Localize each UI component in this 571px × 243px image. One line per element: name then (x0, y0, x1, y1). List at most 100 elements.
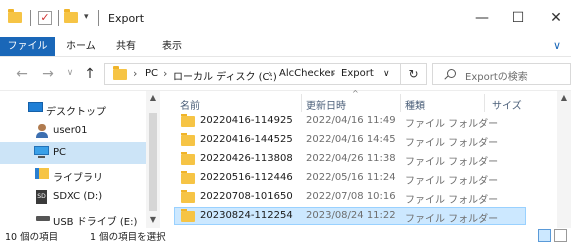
breadcrumb-alcchecker[interactable]: AlcChecker (279, 68, 335, 79)
file-type: ファイル フォルダー (405, 214, 499, 225)
file-name: 20220426-113808 (200, 153, 293, 164)
folder-icon (113, 66, 127, 80)
search-input[interactable]: Exportの検索 (432, 63, 571, 85)
user-icon (36, 124, 51, 138)
file-type: ファイル フォルダー (405, 176, 499, 187)
column-divider[interactable] (484, 94, 485, 112)
scroll-down-icon[interactable]: ▼ (146, 215, 160, 224)
breadcrumb-local-disk[interactable]: ローカル ディスク (C:) (173, 68, 277, 83)
list-item[interactable]: 20220426-113808 2022/04/26 11:38 ファイル フォ… (174, 151, 526, 168)
breadcrumb-separator[interactable]: › (331, 67, 335, 80)
nav-item-pc[interactable]: PC (0, 142, 146, 164)
file-date: 2022/07/08 10:16 (306, 191, 396, 202)
nav-item-usb[interactable]: USB ドライブ (E:) (0, 208, 146, 230)
pc-icon (34, 146, 49, 159)
file-date: 2022/04/26 11:38 (306, 153, 396, 164)
file-date: 2023/08/24 11:22 (306, 210, 396, 221)
search-icon (447, 69, 456, 78)
breadcrumb-separator[interactable]: › (268, 67, 272, 80)
sd-card-icon: SD (36, 190, 51, 204)
breadcrumb-separator[interactable]: › (133, 67, 137, 80)
list-item[interactable]: 20220516-112446 2022/05/16 11:24 ファイル フォ… (174, 170, 526, 187)
nav-scrollbar[interactable]: ▲ ▼ (146, 91, 160, 228)
file-type: ファイル フォルダー (405, 195, 499, 206)
status-bar: 10 個の項目 1 個の項目を選択 (0, 228, 571, 243)
folder-icon (181, 133, 195, 146)
address-dropdown-icon[interactable]: ∨ (383, 69, 390, 79)
column-date[interactable]: 更新日時 (306, 97, 346, 112)
recent-locations-button[interactable]: ∨ (62, 68, 78, 78)
column-divider[interactable] (301, 94, 302, 112)
properties-check-icon[interactable]: ✓ (38, 11, 52, 25)
nav-item-user01[interactable]: user01 (0, 120, 146, 142)
folder-icon (181, 152, 195, 165)
file-type: ファイル フォルダー (405, 157, 499, 168)
column-name[interactable]: 名前 (180, 97, 200, 112)
file-name: 20220416-144525 (200, 134, 293, 145)
address-bar[interactable]: › PC › ローカル ディスク (C:) › AlcChecker › Exp… (104, 63, 401, 85)
list-item[interactable]: 20220416-114925 2022/04/16 11:49 ファイル フォ… (174, 113, 526, 130)
tab-file[interactable]: ファイル (0, 37, 55, 56)
file-type: ファイル フォルダー (405, 119, 499, 130)
file-name: 20220708-101650 (200, 191, 293, 202)
item-count: 10 個の項目 (5, 232, 59, 243)
new-folder-icon[interactable] (64, 9, 78, 23)
tab-view[interactable]: 表示 (162, 37, 182, 56)
details-view-icon[interactable] (538, 229, 551, 242)
file-name: 20220416-114925 (200, 115, 293, 126)
folder-icon (8, 9, 22, 23)
refresh-button[interactable]: ↻ (401, 63, 427, 85)
minimize-button[interactable]: — (462, 6, 502, 30)
nav-item-sdxc[interactable]: SD SDXC (D:) (0, 186, 146, 208)
expand-ribbon-icon[interactable]: ∨ (549, 38, 565, 54)
nav-item-label: SDXC (D:) (53, 191, 103, 202)
file-name: 20230824-112254 (200, 210, 293, 221)
close-button[interactable]: ✕ (536, 6, 571, 30)
nav-scroll-thumb[interactable] (149, 113, 157, 211)
title-bar: ✓ ▾ Export — ☐ ✕ (0, 0, 571, 37)
list-item-selected[interactable]: 20230824-112254 2023/08/24 11:22 ファイル フォ… (174, 207, 526, 225)
navigation-pane: デスクトップ user01 PC ライブラリ SD SDXC (D:) USB … (0, 91, 162, 228)
file-name: 20220516-112446 (200, 172, 293, 183)
file-date: 2022/05/16 11:24 (306, 172, 396, 183)
column-divider[interactable] (400, 94, 401, 112)
window-title: Export (108, 12, 145, 25)
nav-item-label: PC (53, 147, 67, 158)
nav-item-library[interactable]: ライブラリ (0, 164, 146, 186)
folder-icon (181, 190, 195, 203)
column-type[interactable]: 種類 (405, 97, 425, 112)
scroll-up-icon[interactable]: ▲ (557, 93, 571, 102)
forward-button[interactable]: → (40, 66, 56, 82)
sort-ascending-icon: ^ (352, 89, 359, 98)
back-button[interactable]: ← (14, 66, 30, 82)
breadcrumb-pc[interactable]: PC (145, 68, 158, 79)
file-type: ファイル フォルダー (405, 138, 499, 149)
customize-quick-access-icon[interactable]: ▾ (84, 12, 89, 22)
folder-icon (181, 209, 195, 222)
tab-share[interactable]: 共有 (116, 37, 136, 56)
nav-item-label: デスクトップ (46, 107, 106, 118)
column-header: 名前 ^ 更新日時 種類 サイズ (162, 89, 557, 112)
up-button[interactable]: ↑ (82, 66, 98, 82)
column-size[interactable]: サイズ (492, 97, 522, 112)
nav-item-label: ライブラリ (53, 173, 103, 184)
ribbon-tabs: ファイル ホーム 共有 表示 ∨ (0, 37, 571, 57)
separator (98, 10, 99, 26)
breadcrumb-export[interactable]: Export (341, 68, 374, 79)
tab-home[interactable]: ホーム (66, 37, 96, 56)
nav-item-desktop[interactable]: デスクトップ (0, 98, 146, 120)
file-date: 2022/04/16 14:45 (306, 134, 396, 145)
scroll-up-icon[interactable]: ▲ (146, 93, 160, 102)
large-icons-view-icon[interactable] (554, 229, 567, 242)
selected-count: 1 個の項目を選択 (90, 232, 166, 243)
maximize-button[interactable]: ☐ (498, 6, 538, 30)
list-item[interactable]: 20220708-101650 2022/07/08 10:16 ファイル フォ… (174, 189, 526, 206)
breadcrumb-separator[interactable]: › (163, 67, 167, 80)
desktop-icon (28, 102, 43, 115)
address-row: ← → ∨ ↑ › PC › ローカル ディスク (C:) › AlcCheck… (0, 57, 571, 91)
file-date: 2022/04/16 11:49 (306, 115, 396, 126)
folder-icon (181, 171, 195, 184)
separator (58, 10, 59, 26)
list-item[interactable]: 20220416-144525 2022/04/16 14:45 ファイル フォ… (174, 132, 526, 149)
file-list-scrollbar[interactable]: ▲ (557, 91, 571, 228)
